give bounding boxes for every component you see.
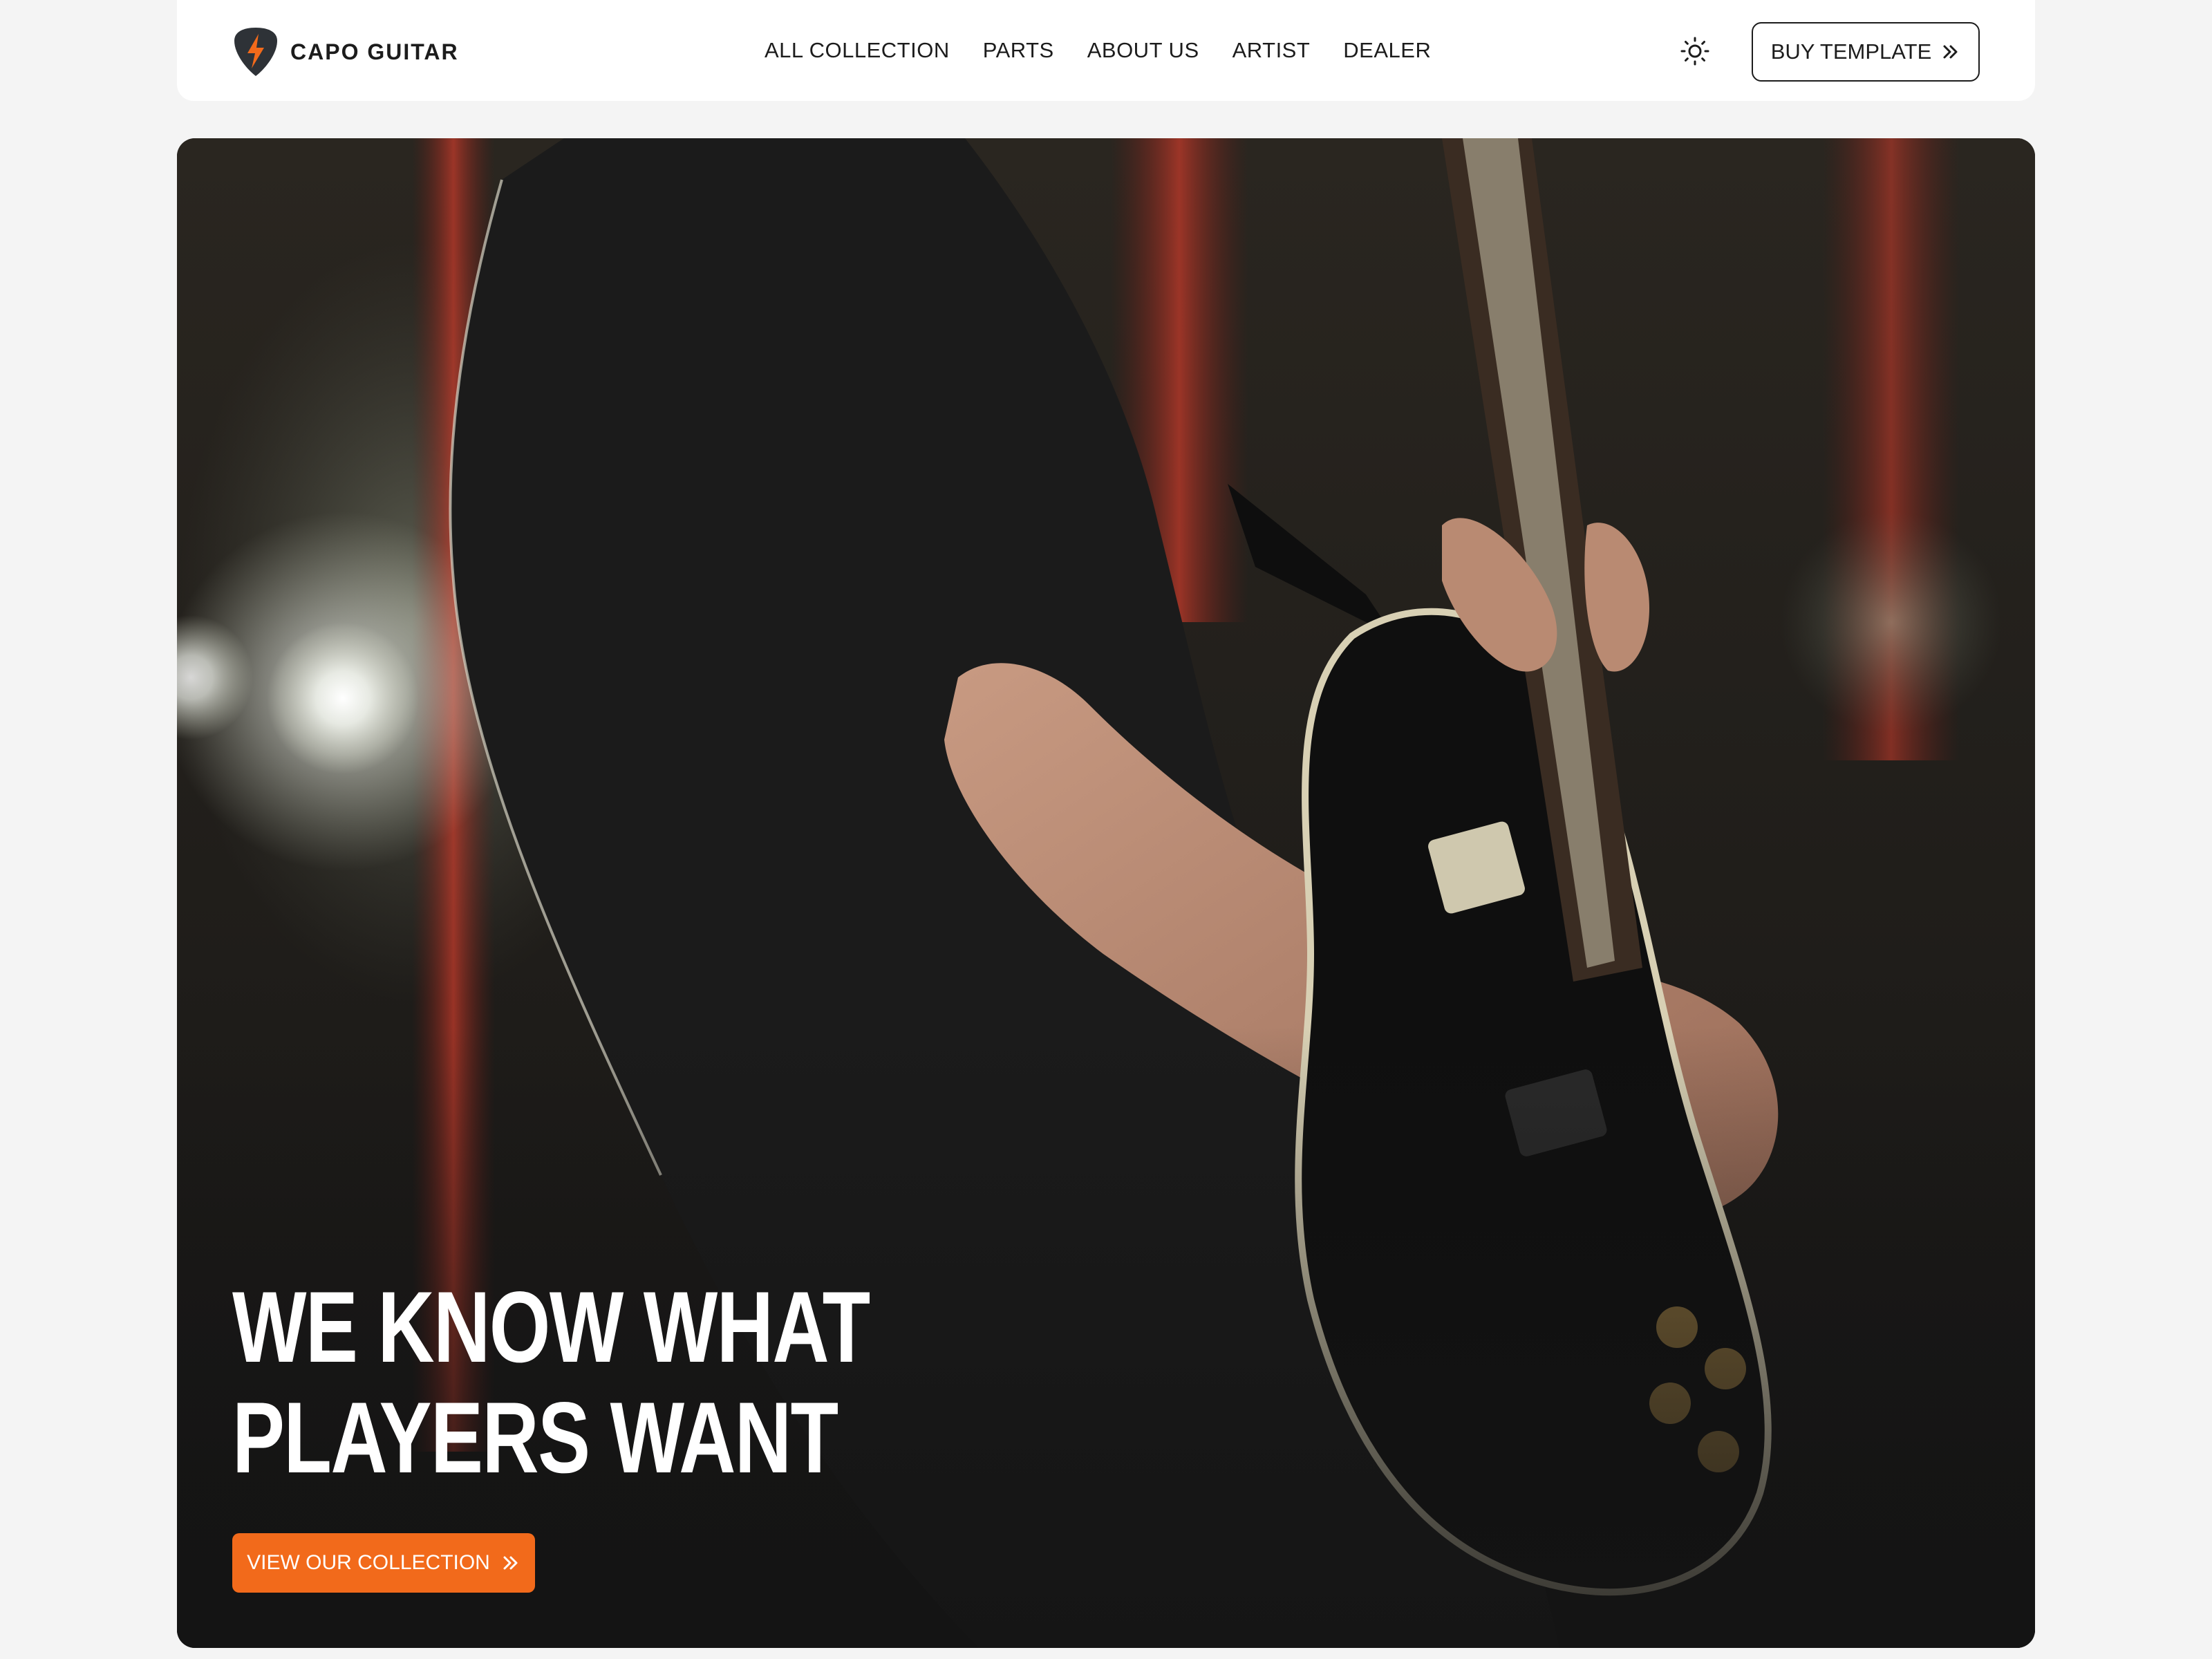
- nav-link-about-us[interactable]: ABOUT US: [1087, 38, 1199, 63]
- hero-title-line-1: WE KNOW WHAT: [232, 1271, 870, 1383]
- page: CAPO GUITAR ALL COLLECTION PARTS ABOUT U…: [0, 0, 2212, 1659]
- main-nav: ALL COLLECTION PARTS ABOUT US ARTIST DEA…: [765, 0, 1431, 101]
- double-chevron-right-icon: [1943, 45, 1958, 59]
- brand-home-link[interactable]: CAPO GUITAR: [232, 26, 459, 77]
- top-navbar: CAPO GUITAR ALL COLLECTION PARTS ABOUT U…: [177, 0, 2035, 101]
- nav-link-dealer[interactable]: DEALER: [1343, 38, 1431, 63]
- hero-title: WE KNOW WHAT PLAYERS WANT: [232, 1272, 933, 1493]
- buy-template-button[interactable]: BUY TEMPLATE: [1752, 22, 1980, 82]
- theme-toggle-button[interactable]: [1678, 35, 1712, 68]
- buy-template-label: BUY TEMPLATE: [1770, 39, 1932, 64]
- nav-link-all-collection[interactable]: ALL COLLECTION: [765, 38, 950, 63]
- nav-link-parts[interactable]: PARTS: [983, 38, 1054, 63]
- view-collection-label: VIEW OUR COLLECTION: [247, 1551, 490, 1574]
- sun-icon: [1680, 37, 1709, 66]
- brand-name: CAPO GUITAR: [290, 39, 459, 64]
- guitar-pick-bolt-icon: [234, 28, 277, 76]
- nav-link-artist[interactable]: ARTIST: [1232, 38, 1311, 63]
- view-collection-button[interactable]: VIEW OUR COLLECTION: [232, 1533, 535, 1593]
- hero-section: WE KNOW WHAT PLAYERS WANT VIEW OUR COLLE…: [177, 138, 2035, 1648]
- hero-title-line-2: PLAYERS WANT: [232, 1381, 838, 1494]
- double-chevron-right-icon: [503, 1556, 518, 1570]
